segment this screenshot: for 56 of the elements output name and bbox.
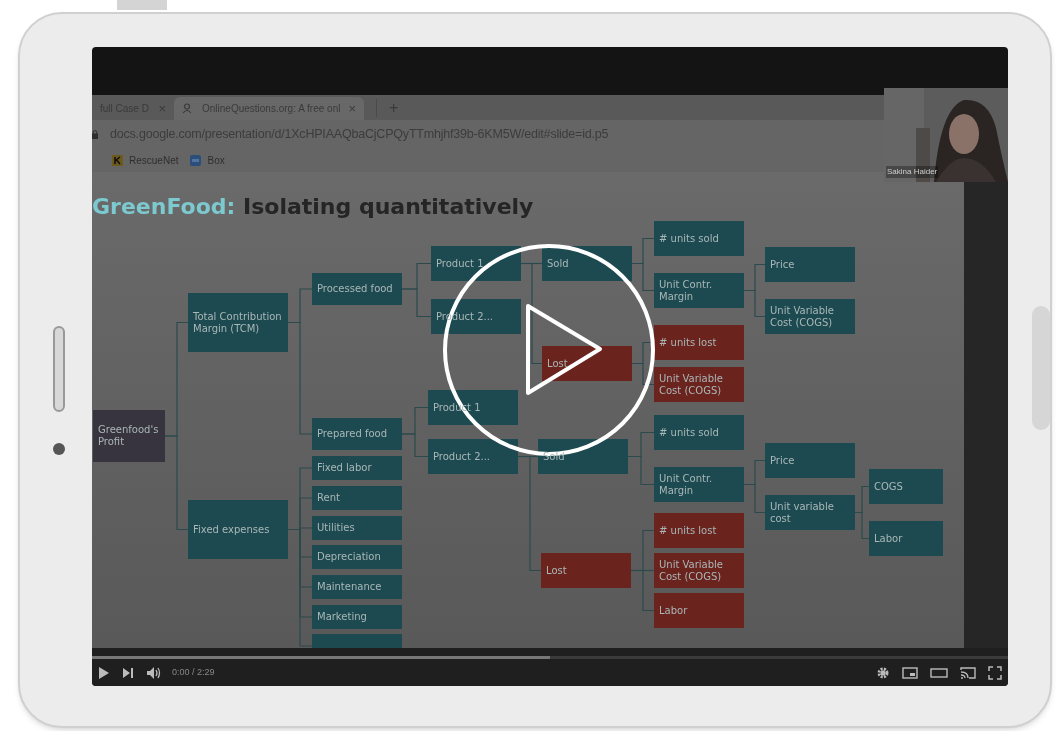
diagram-node: Fixed labor xyxy=(312,456,402,480)
play-icon[interactable] xyxy=(98,665,110,680)
diagram-node: Unit variable cost xyxy=(765,495,855,530)
diagram-node: Rent xyxy=(312,486,402,510)
cast-icon[interactable] xyxy=(960,665,976,680)
diagram-node: Maintenance xyxy=(312,575,402,599)
connector-line xyxy=(743,289,766,318)
connector-line xyxy=(631,262,655,292)
skip-next-icon[interactable] xyxy=(122,665,134,680)
diagram-node: Labor xyxy=(869,521,943,556)
bookmark-icon xyxy=(190,154,202,166)
miniplayer-icon[interactable] xyxy=(902,665,918,680)
connector-line xyxy=(631,362,655,386)
diagram-node: # units sold xyxy=(654,415,744,450)
theater-icon[interactable] xyxy=(930,665,948,680)
diagram-node: Prepared food xyxy=(312,418,402,450)
diagram-node: Marketing xyxy=(312,605,402,629)
diagram-node: Lost xyxy=(541,553,631,588)
diagram-node: Product 1 xyxy=(431,246,521,281)
slide-title: GreenFood: Isolating quantitatively xyxy=(92,193,534,221)
diagram-node: Utilities xyxy=(312,516,402,540)
close-icon[interactable]: × xyxy=(158,98,166,119)
diagram-node: # units lost xyxy=(654,513,744,548)
diagram-node: Lost xyxy=(542,346,632,381)
diagram-node: Unit Contr. Margin xyxy=(654,273,744,308)
bookmark-icon xyxy=(112,154,123,166)
connector-line xyxy=(854,511,870,540)
diagram-node: Unit Variable Cost (COGS) xyxy=(765,299,855,334)
diagram-node: Unit Variable Cost (COGS) xyxy=(654,367,744,402)
diagram-node: Product 2... xyxy=(428,439,518,474)
connector-line xyxy=(743,483,766,514)
fullscreen-icon[interactable] xyxy=(988,665,1002,680)
connector-line xyxy=(627,455,655,486)
diagram-node: Unit Contr. Margin xyxy=(654,467,744,502)
diagram-node: Greenfood's Profit xyxy=(93,410,165,462)
diagram-node: # units lost xyxy=(654,325,744,360)
diagram-node: Total Contribution Margin (TCM) xyxy=(188,293,288,352)
time-display: 0:00 / 2:29 xyxy=(172,665,215,679)
diagram-node: Price xyxy=(765,443,855,478)
diagram-node: Labor xyxy=(654,593,744,628)
diagram-node: COGS xyxy=(869,469,943,504)
diagram-node: # units sold xyxy=(654,221,744,256)
new-tab-button[interactable]: + xyxy=(376,99,399,117)
diagram-node: Unit Variable Cost (COGS) xyxy=(654,553,744,588)
people-icon xyxy=(182,103,194,114)
lock-icon xyxy=(92,129,98,139)
close-icon[interactable]: × xyxy=(348,98,356,119)
connector-line xyxy=(401,288,432,318)
volume-icon[interactable] xyxy=(146,665,162,680)
diagram-node: Price xyxy=(765,247,855,282)
participant-name: Sakina Haider xyxy=(886,166,939,178)
diagram-node: Depreciation xyxy=(312,545,402,569)
diagram-node: Fixed expenses xyxy=(188,500,288,559)
connector-line xyxy=(401,433,429,458)
diagram-node: Processed food xyxy=(312,273,402,305)
settings-icon[interactable] xyxy=(876,665,890,680)
